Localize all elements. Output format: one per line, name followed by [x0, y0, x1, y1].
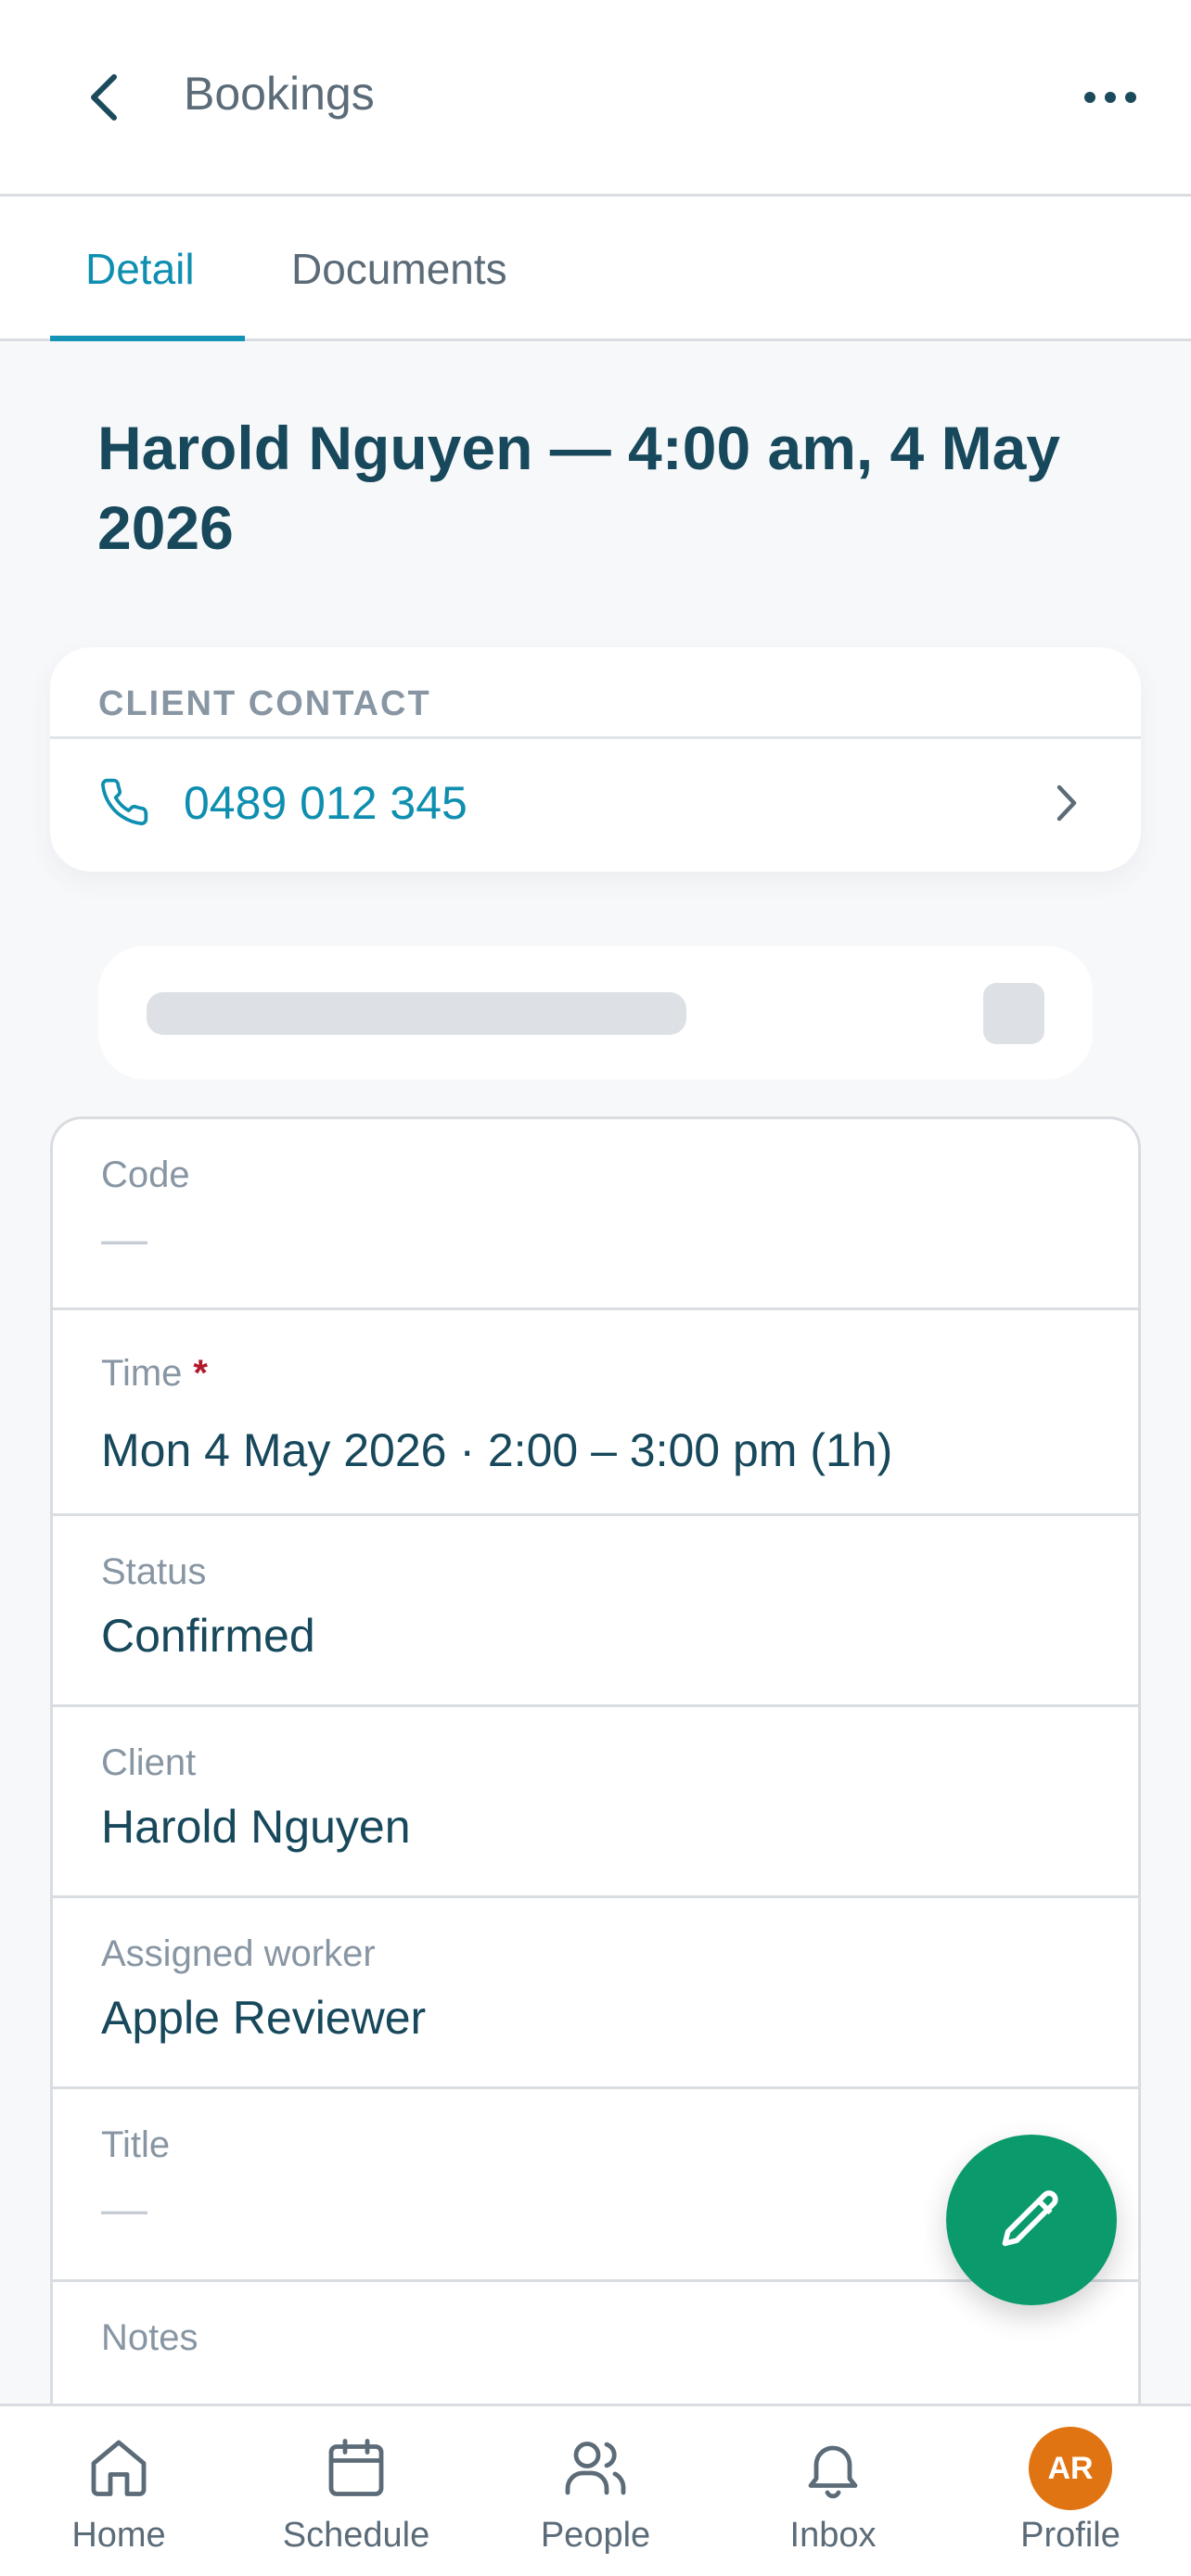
skeleton-bar	[147, 992, 686, 1035]
home-icon	[83, 2432, 154, 2503]
field-time-label-text: Time	[101, 1353, 183, 1394]
client-contact-label: CLIENT CONTACT	[98, 684, 431, 723]
nav-inbox-label: Inbox	[789, 2516, 877, 2555]
chevron-right-icon	[1057, 784, 1077, 822]
field-time-label: Time *	[101, 1353, 208, 1395]
skeleton-square	[983, 983, 1044, 1044]
chevron-left-icon	[91, 74, 117, 121]
field-client-value: Harold Nguyen	[101, 1801, 411, 1853]
nav-home[interactable]: Home	[0, 2406, 237, 2576]
field-time-value: Mon 4 May 2026 · 2:00 – 3:00 pm (1h)	[101, 1424, 893, 1476]
nav-schedule[interactable]: Schedule	[237, 2406, 475, 2576]
required-marker: *	[193, 1353, 208, 1394]
field-code-label: Code	[101, 1154, 190, 1195]
nav-people-label: People	[540, 2516, 651, 2555]
app-header: Bookings	[0, 0, 1191, 197]
edit-fab-button[interactable]	[946, 2135, 1117, 2305]
nav-profile-label: Profile	[1020, 2516, 1121, 2555]
calendar-icon	[321, 2432, 391, 2503]
loading-skeleton	[98, 946, 1093, 1079]
people-icon	[560, 2432, 631, 2503]
field-title-label: Title	[101, 2124, 171, 2165]
field-client[interactable]: Client Harold Nguyen	[53, 1707, 1138, 1898]
nav-schedule-label: Schedule	[282, 2516, 430, 2555]
phone-icon	[101, 778, 148, 825]
field-title-value: —	[101, 2183, 147, 2235]
field-status-value: Confirmed	[101, 1610, 315, 1662]
field-notes-label: Notes	[101, 2317, 198, 2358]
pencil-icon	[1002, 2190, 1058, 2247]
nav-profile[interactable]: AR Profile	[952, 2406, 1189, 2576]
profile-avatar-wrap: AR	[1029, 2427, 1112, 2510]
tab-documents[interactable]: Documents	[291, 197, 507, 341]
bell-icon	[798, 2432, 868, 2503]
page-title: Harold Nguyen — 4:00 am, 4 May 2026	[97, 414, 1060, 562]
field-code[interactable]: Code —	[53, 1119, 1138, 1310]
more-horizontal-icon	[1084, 92, 1136, 103]
tab-detail[interactable]: Detail	[50, 197, 245, 341]
back-button[interactable]	[72, 65, 137, 130]
field-notes[interactable]: Notes	[53, 2282, 1138, 2415]
phone-row[interactable]: 0489 012 345	[50, 739, 1141, 872]
field-time[interactable]: Time * Mon 4 May 2026 · 2:00 – 3:00 pm (1…	[53, 1310, 1138, 1516]
field-status[interactable]: Status Confirmed	[53, 1516, 1138, 1707]
field-code-value: —	[101, 1213, 147, 1265]
more-options-button[interactable]	[1078, 65, 1143, 130]
nav-people[interactable]: People	[477, 2406, 714, 2576]
tab-bar: Detail Documents	[0, 197, 1191, 341]
tab-detail-label: Detail	[85, 245, 195, 293]
field-client-label: Client	[101, 1742, 197, 1783]
avatar: AR	[1029, 2427, 1112, 2510]
field-assigned-worker-value: Apple Reviewer	[101, 1992, 427, 2044]
nav-inbox[interactable]: Inbox	[714, 2406, 952, 2576]
bottom-navigation: Home Schedule People Inbox AR Profile	[0, 2404, 1191, 2576]
client-contact-card: CLIENT CONTACT 0489 012 345	[50, 647, 1141, 872]
nav-home-label: Home	[71, 2516, 166, 2555]
field-assigned-worker-label: Assigned worker	[101, 1933, 376, 1974]
tab-documents-label: Documents	[291, 245, 507, 293]
phone-number-link[interactable]: 0489 012 345	[184, 776, 467, 830]
field-status-label: Status	[101, 1551, 207, 1592]
header-title: Bookings	[184, 68, 375, 120]
active-tab-indicator	[50, 336, 245, 341]
field-assigned-worker[interactable]: Assigned worker Apple Reviewer	[53, 1898, 1138, 2089]
